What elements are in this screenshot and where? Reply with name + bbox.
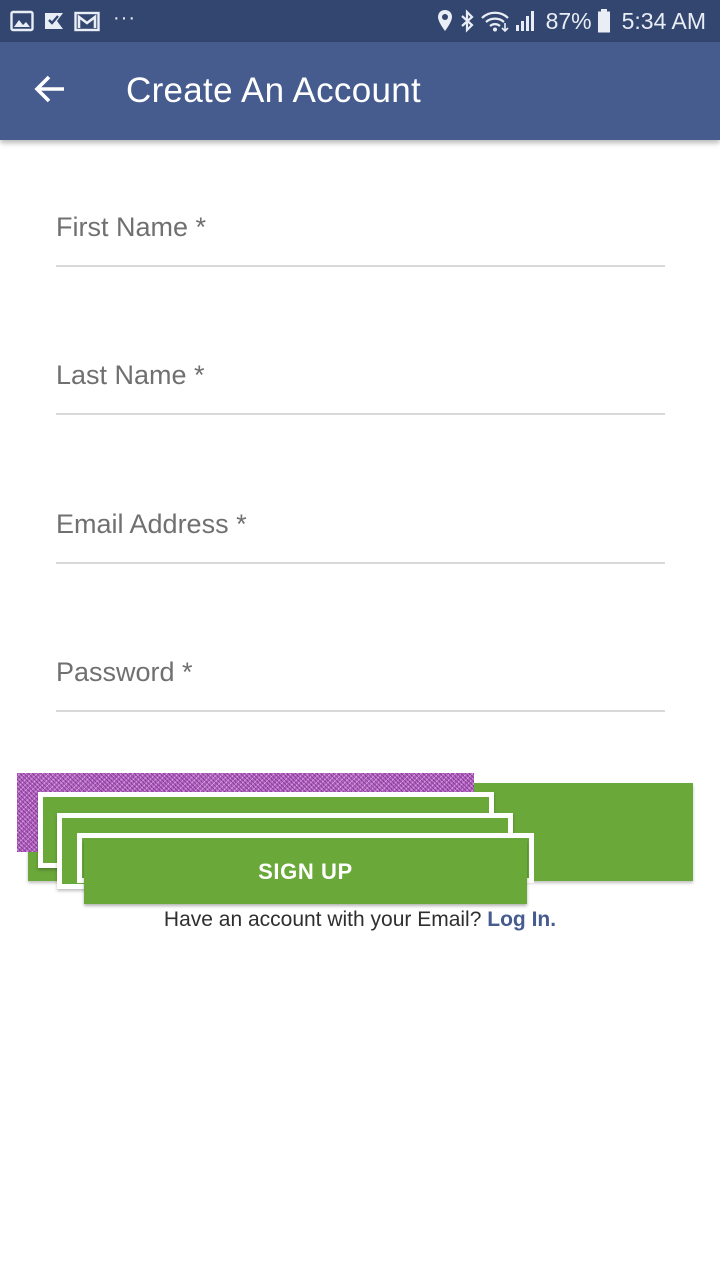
last-name-field-container — [56, 345, 665, 415]
arrow-left-icon[interactable] — [33, 74, 67, 109]
signup-button[interactable]: SIGN UP — [84, 840, 527, 904]
checkmark-flag-icon — [43, 10, 65, 32]
password-input[interactable] — [56, 642, 665, 702]
location-icon — [436, 9, 454, 33]
email-field-container — [56, 494, 665, 564]
system-icons: 87% 5:34 AM — [436, 0, 706, 42]
first-name-input[interactable] — [56, 197, 665, 257]
app-bar: Create An Account — [0, 42, 720, 140]
wifi-icon — [480, 9, 510, 33]
gallery-icon — [10, 10, 34, 32]
gmail-icon — [74, 10, 100, 32]
last-name-underline — [56, 413, 665, 415]
login-link[interactable]: Log In. — [487, 908, 556, 931]
email-input[interactable] — [56, 494, 665, 554]
more-dots-icon: ··· — [113, 7, 136, 29]
battery-percent: 87% — [545, 7, 592, 34]
back-button[interactable] — [26, 66, 74, 116]
page-title: Create An Account — [126, 71, 422, 110]
login-prompt-line: Have an account with your Email? Log In. — [0, 908, 720, 932]
login-prompt-text: Have an account with your Email? — [163, 908, 482, 931]
first-name-field-container — [56, 197, 665, 267]
clock: 5:34 AM — [621, 7, 706, 34]
password-field-container — [56, 642, 665, 712]
password-underline — [56, 710, 665, 712]
battery-icon — [597, 8, 611, 34]
notification-icons: ··· — [10, 0, 136, 42]
status-bar: ··· 87% 5:34 AM — [0, 0, 720, 42]
email-underline — [56, 562, 665, 564]
first-name-underline — [56, 265, 665, 267]
signal-icon — [515, 9, 537, 33]
last-name-input[interactable] — [56, 345, 665, 405]
bluetooth-icon — [459, 9, 475, 33]
